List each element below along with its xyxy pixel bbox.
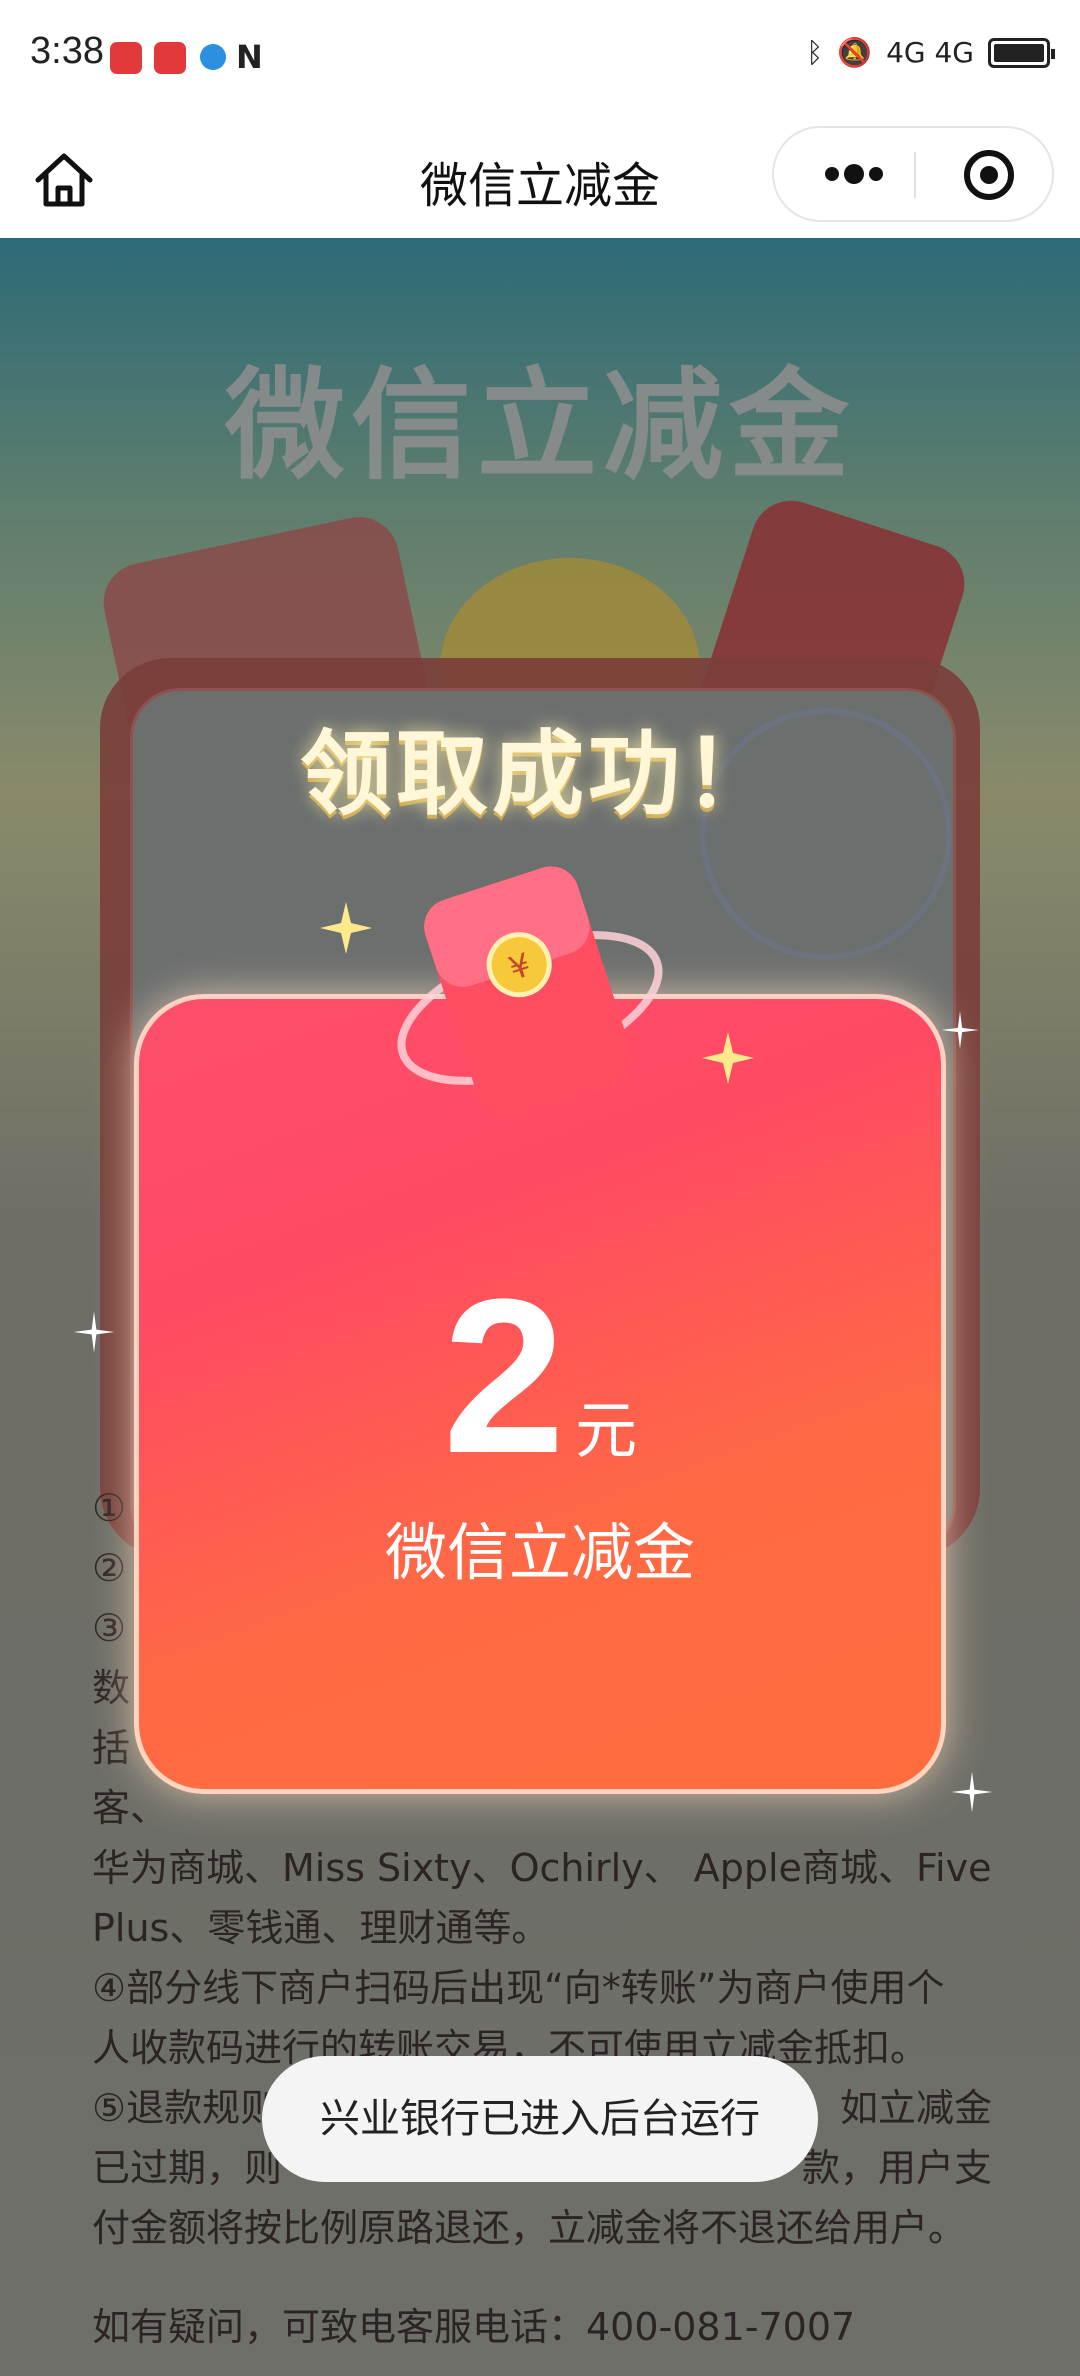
more-dots-icon[interactable] [814, 146, 894, 202]
bluetooth-icon: ᛒ [806, 36, 824, 69]
sparkle-icon [951, 1771, 993, 1813]
sparkle-icon [702, 1032, 754, 1084]
rules-line: 付金额将按比例原路退还，立减金将不退还给用户。 [92, 2206, 967, 2250]
status-bar: 3:38 N ᛒ 🔕 4G 4G [0, 0, 1080, 118]
contact-text: 如有疑问，可致电客服电话：400-081-7007 [92, 2305, 856, 2349]
status-time: 3:38 [30, 30, 104, 72]
rules-line: Plus、零钱通、理财通等。 [92, 1906, 550, 1950]
capsule-divider [914, 152, 916, 198]
mini-program-capsule [772, 126, 1054, 222]
modal-title: 领取成功！ [299, 721, 780, 828]
sparkle-icon [941, 1011, 979, 1049]
page-heading: 微信立减金 [225, 357, 855, 496]
nfc-icon: N [236, 38, 263, 76]
target-icon[interactable] [962, 148, 1016, 202]
rules-fragment: ⑤退款规则 [92, 2086, 279, 2130]
amount-value: 2 [442, 1253, 566, 1499]
rules-fragment: 已过期，则 [92, 2146, 283, 2190]
rules-line: ④部分线下商户扫码后出现“向*转账”为商户使用个 [92, 1966, 945, 2010]
mute-icon: 🔕 [837, 36, 873, 69]
globe-icon [200, 44, 226, 70]
rules-line: 华为商城、Miss Sixty、Ochirly、 Apple商城、Five [92, 1846, 992, 1890]
reward-amount: 2元 [0, 1250, 1080, 1503]
huawei-app-icon-2 [154, 42, 186, 74]
nav-bar: 微信立减金 [0, 118, 1080, 238]
huawei-app-icon [110, 42, 142, 74]
status-right: ᛒ 🔕 4G 4G [806, 36, 1055, 69]
toast-message: 兴业银行已进入后台运行 [262, 2056, 818, 2182]
sparkle-icon [320, 902, 372, 954]
red-envelope-icon: ¥ [397, 866, 663, 1121]
signal-text: 4G 4G [886, 36, 974, 69]
battery-icon [988, 37, 1055, 68]
amount-unit: 元 [575, 1394, 638, 1467]
reward-subtitle: 微信立减金 [384, 1516, 695, 1589]
rules-fragment: 款，用户支 [801, 2146, 992, 2190]
rules-fragment: 如立减金 [839, 2086, 992, 2130]
